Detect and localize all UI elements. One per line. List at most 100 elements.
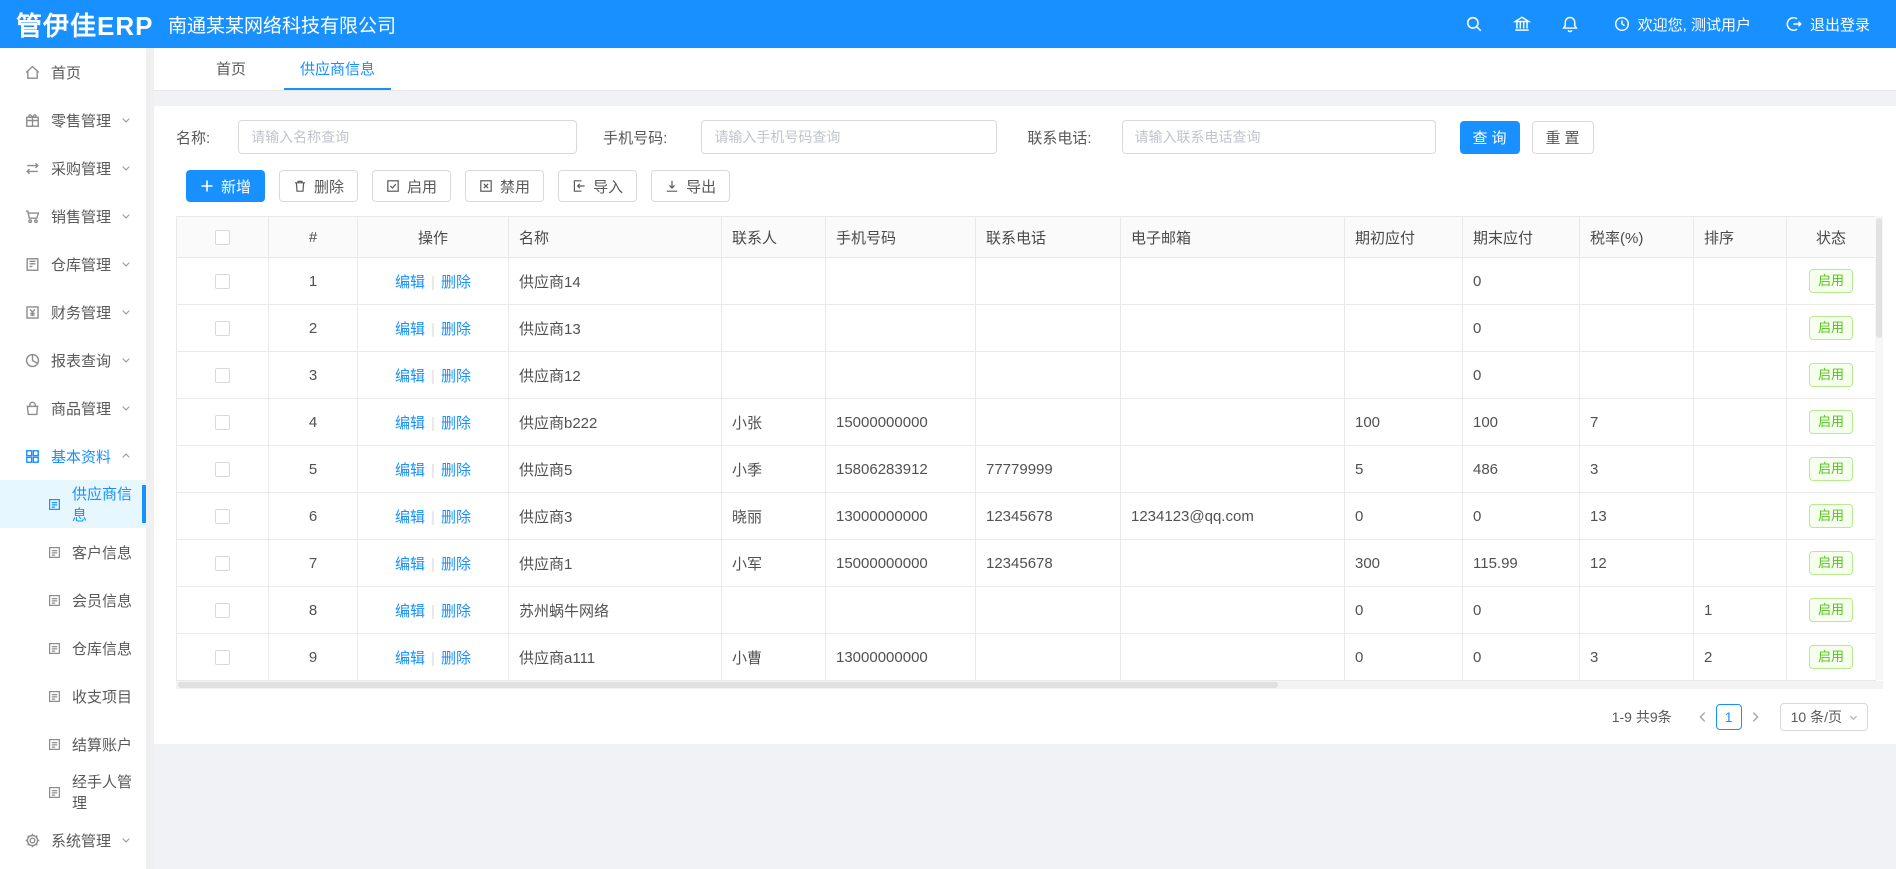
- cell-name: 供应商5: [509, 446, 722, 493]
- sidebar-item-goods[interactable]: 商品管理: [0, 384, 146, 432]
- row-checkbox[interactable]: [215, 556, 230, 571]
- disable-button[interactable]: 禁用: [465, 170, 544, 202]
- table-horizontal-scrollbar[interactable]: [176, 681, 1883, 689]
- cell-tax-rate: 12: [1580, 540, 1694, 587]
- edit-link[interactable]: 编辑: [395, 274, 425, 291]
- row-checkbox[interactable]: [215, 415, 230, 430]
- edit-link[interactable]: 编辑: [395, 321, 425, 338]
- bank-icon[interactable]: [1513, 15, 1531, 33]
- cell-name: 供应商b222: [509, 399, 722, 446]
- table-row: 8 编辑|删除 苏州蜗牛网络 0 0 1 启用: [177, 587, 1876, 634]
- sidebar-scrollbar[interactable]: [146, 48, 154, 869]
- row-checkbox[interactable]: [215, 650, 230, 665]
- sidebar-item-handler-mgmt[interactable]: 经手人管理: [0, 768, 146, 816]
- edit-link[interactable]: 编辑: [395, 415, 425, 432]
- sidebar-item-reports[interactable]: 报表查询: [0, 336, 146, 384]
- cell-begin-payable: [1345, 352, 1463, 399]
- row-index: 8: [269, 587, 358, 634]
- sidebar-item-sales[interactable]: 销售管理: [0, 192, 146, 240]
- prev-page-icon[interactable]: [1696, 710, 1710, 724]
- sidebar-item-retail[interactable]: 零售管理: [0, 96, 146, 144]
- cell-end-payable: 486: [1463, 446, 1580, 493]
- cell-end-payable: 115.99: [1463, 540, 1580, 587]
- basic-data-icon: [24, 448, 41, 465]
- edit-link[interactable]: 编辑: [395, 556, 425, 573]
- edit-link[interactable]: 编辑: [395, 603, 425, 620]
- edit-link[interactable]: 编辑: [395, 368, 425, 385]
- row-checkbox[interactable]: [215, 368, 230, 383]
- doc-icon: [47, 641, 62, 656]
- page-size-select[interactable]: 10 条/页: [1780, 703, 1868, 731]
- welcome-user[interactable]: 欢迎您, 测试用户: [1613, 14, 1751, 35]
- cell-tel: 12345678: [976, 493, 1121, 540]
- sidebar-item-finance[interactable]: 财务管理: [0, 288, 146, 336]
- cell-end-payable: 0: [1463, 634, 1580, 681]
- status-badge: 启用: [1809, 410, 1853, 434]
- sidebar-item-member-info[interactable]: 会员信息: [0, 576, 146, 624]
- delete-link[interactable]: 删除: [441, 462, 471, 479]
- row-checkbox[interactable]: [215, 321, 230, 336]
- row-checkbox[interactable]: [215, 509, 230, 524]
- phone-filter-input[interactable]: [701, 120, 997, 154]
- delete-link[interactable]: 删除: [441, 509, 471, 526]
- row-index: 5: [269, 446, 358, 493]
- bell-icon[interactable]: [1561, 15, 1579, 33]
- name-filter-input[interactable]: [238, 120, 577, 154]
- search-button[interactable]: 查询: [1460, 121, 1520, 154]
- cell-email: [1121, 540, 1345, 587]
- table-vertical-scrollbar[interactable]: [1875, 216, 1883, 680]
- sidebar-item-basic-data[interactable]: 基本资料: [0, 432, 146, 480]
- edit-link[interactable]: 编辑: [395, 650, 425, 667]
- cell-contact: 小曹: [722, 634, 826, 681]
- delete-link[interactable]: 删除: [441, 368, 471, 385]
- cell-end-payable: 0: [1463, 352, 1580, 399]
- delete-link[interactable]: 删除: [441, 415, 471, 432]
- sidebar-item-warehouse[interactable]: 仓库管理: [0, 240, 146, 288]
- cell-tax-rate: 3: [1580, 446, 1694, 493]
- export-button[interactable]: 导出: [651, 170, 730, 202]
- sidebar-item-home[interactable]: 首页: [0, 48, 146, 96]
- reset-button[interactable]: 重置: [1532, 121, 1594, 154]
- sidebar-item-customer-info[interactable]: 客户信息: [0, 528, 146, 576]
- cell-tel: [976, 305, 1121, 352]
- cell-phone: [826, 587, 976, 634]
- delete-link[interactable]: 删除: [441, 650, 471, 667]
- sidebar: 首页 零售管理 采购管理 销售管理 仓库管理 财务管理 报表查询 商品管理 基本…: [0, 48, 146, 869]
- search-icon[interactable]: [1465, 15, 1483, 33]
- sidebar-item-purchase[interactable]: 采购管理: [0, 144, 146, 192]
- edit-link[interactable]: 编辑: [395, 509, 425, 526]
- import-button[interactable]: 导入: [558, 170, 637, 202]
- row-index: 6: [269, 493, 358, 540]
- select-all-checkbox[interactable]: [215, 230, 230, 245]
- row-actions: 编辑|删除: [358, 540, 509, 587]
- delete-button[interactable]: 删除: [279, 170, 358, 202]
- row-checkbox[interactable]: [215, 603, 230, 618]
- sidebar-item-settlement-account[interactable]: 结算账户: [0, 720, 146, 768]
- col-begin-payable: 期初应付: [1345, 217, 1463, 258]
- phone-filter-label: 手机号码:: [603, 127, 667, 148]
- logout-button[interactable]: 退出登录: [1785, 14, 1870, 35]
- add-button[interactable]: 新增: [186, 170, 265, 202]
- delete-link[interactable]: 删除: [441, 556, 471, 573]
- sidebar-item-supplier-info[interactable]: 供应商信息: [0, 480, 146, 528]
- sidebar-item-income-expense[interactable]: 收支项目: [0, 672, 146, 720]
- tab-home[interactable]: 首页: [200, 48, 262, 90]
- delete-link[interactable]: 删除: [441, 603, 471, 620]
- row-checkbox[interactable]: [215, 462, 230, 477]
- edit-link[interactable]: 编辑: [395, 462, 425, 479]
- pagination: 1-9 共9条 1 10 条/页: [176, 703, 1883, 731]
- delete-link[interactable]: 删除: [441, 274, 471, 291]
- delete-link[interactable]: 删除: [441, 321, 471, 338]
- page-number-button[interactable]: 1: [1716, 704, 1742, 730]
- table-row: 6 编辑|删除 供应商3 晓丽 13000000000 12345678 123…: [177, 493, 1876, 540]
- enable-button[interactable]: 启用: [372, 170, 451, 202]
- chevron-down-icon: [1848, 712, 1859, 723]
- sidebar-item-warehouse-info[interactable]: 仓库信息: [0, 624, 146, 672]
- next-page-icon[interactable]: [1748, 710, 1762, 724]
- tel-filter-input[interactable]: [1122, 120, 1436, 154]
- row-checkbox[interactable]: [215, 274, 230, 289]
- report-icon: [24, 352, 41, 369]
- cell-tel: [976, 587, 1121, 634]
- tab-supplier-info[interactable]: 供应商信息: [284, 48, 391, 90]
- sidebar-item-system[interactable]: 系统管理: [0, 816, 146, 864]
